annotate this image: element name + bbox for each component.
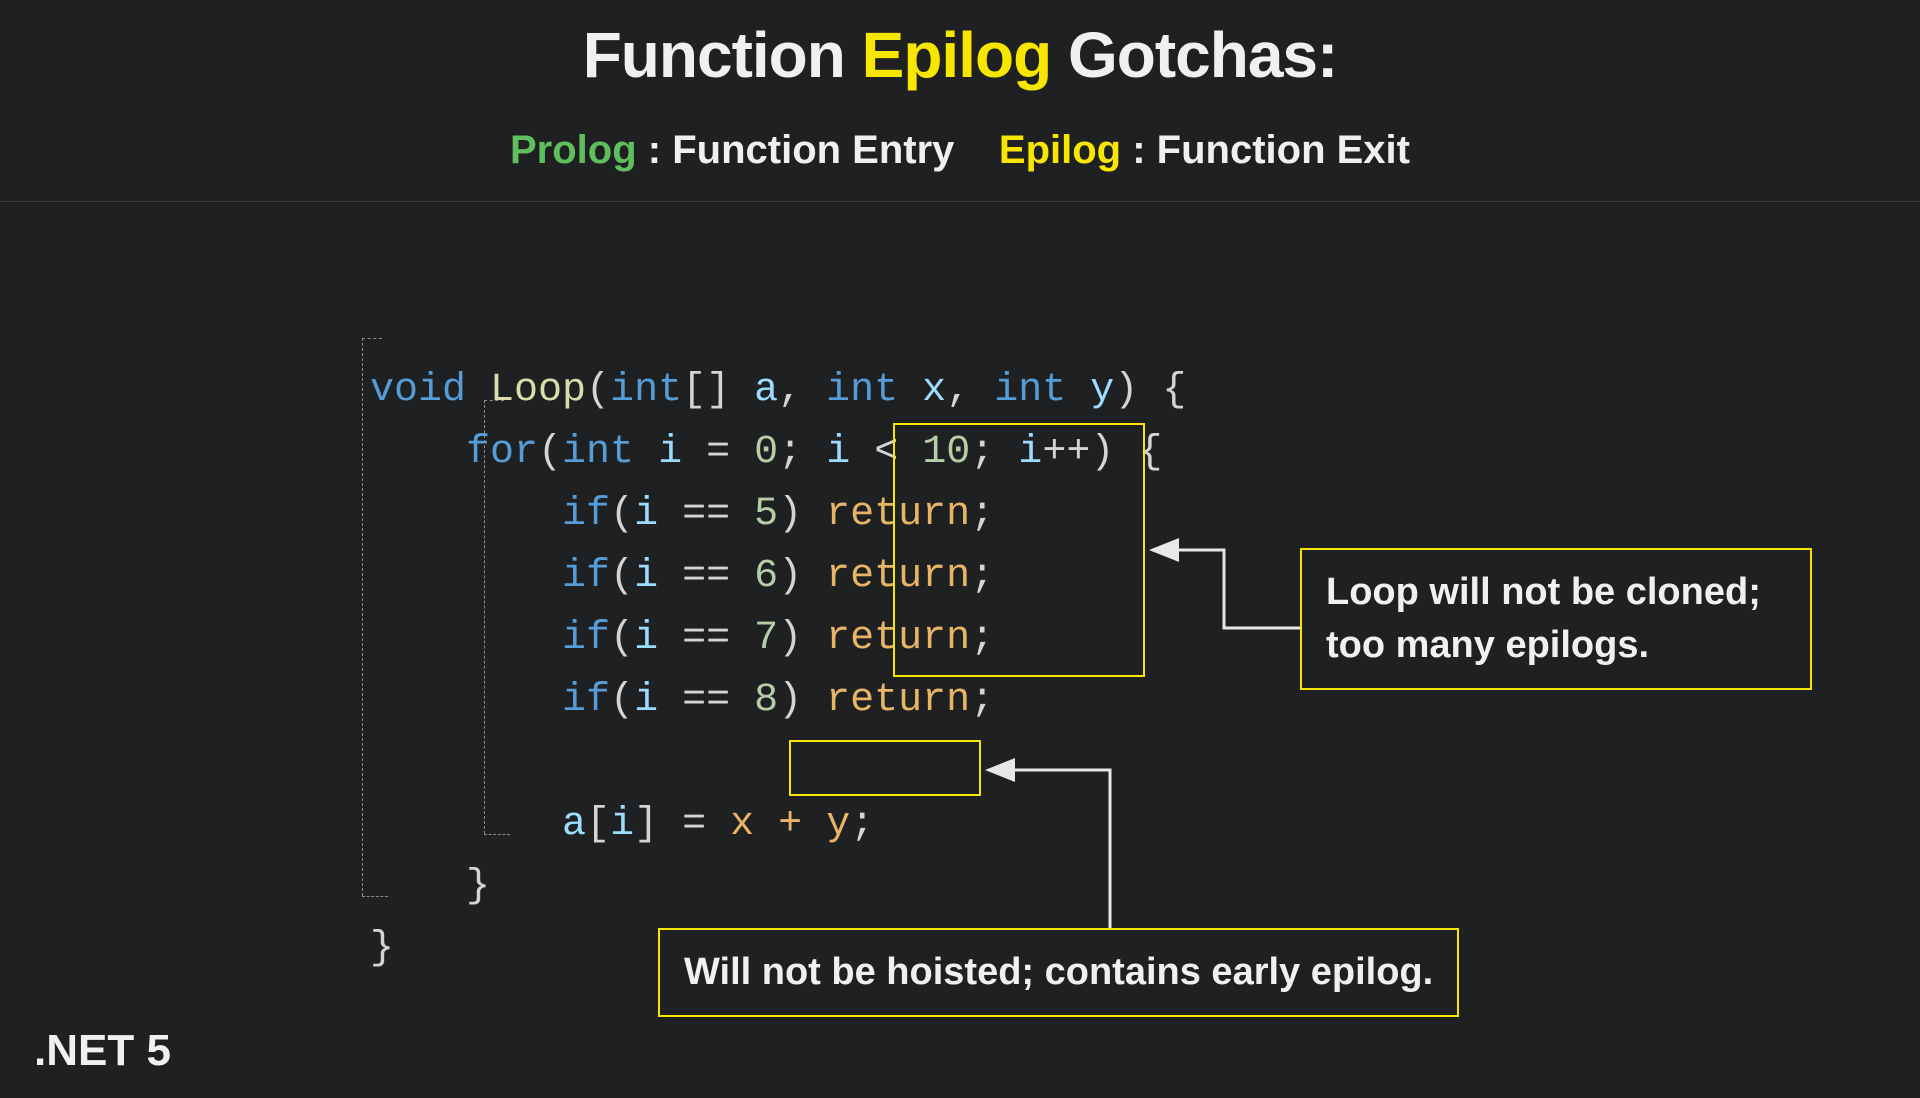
title-pre: Function	[583, 19, 862, 91]
expr-plus: +	[778, 802, 802, 847]
callout-bottom-text: Will not be hoisted; contains early epil…	[684, 951, 1433, 993]
inc: ++	[1042, 430, 1090, 475]
ret-3: return	[826, 678, 970, 723]
indent-guide-outer-bot	[362, 896, 388, 897]
arr-a: a	[562, 802, 586, 847]
brace-close-outer: }	[370, 926, 394, 971]
if-op-0: ==	[682, 492, 730, 537]
assign-eq: =	[682, 802, 706, 847]
title-post: Gotchas:	[1051, 19, 1337, 91]
callout-bottom: Will not be hoisted; contains early epil…	[658, 928, 1459, 1017]
if-var-3: i	[634, 678, 658, 723]
prolog-desc: : Function Entry	[637, 128, 955, 172]
indent-guide-outer-top	[362, 338, 382, 339]
lt: <	[874, 430, 898, 475]
kw-if-0: if	[562, 492, 610, 537]
if-var-2: i	[634, 616, 658, 661]
kw-void: void	[370, 368, 466, 413]
if-val-3: 8	[754, 678, 778, 723]
epilog-desc: : Function Exit	[1121, 128, 1410, 172]
callout-right-text: Loop will not be cloned; too many epilog…	[1326, 571, 1761, 666]
title-highlight: Epilog	[862, 19, 1052, 91]
divider	[0, 201, 1920, 202]
ret-semi-3: ;	[970, 678, 994, 723]
kw-int-for: int	[562, 430, 634, 475]
if-var-0: i	[634, 492, 658, 537]
num-0: 0	[754, 430, 778, 475]
ret-2: return	[826, 616, 970, 661]
expr-x: x	[730, 802, 754, 847]
kw-for: for	[466, 430, 538, 475]
footer-label: .NET 5	[34, 1026, 171, 1076]
ret-1: return	[826, 554, 970, 599]
kw-if-1: if	[562, 554, 610, 599]
brackets: []	[682, 368, 730, 413]
brace-open-1: {	[1162, 368, 1186, 413]
if-op-2: ==	[682, 616, 730, 661]
kw-int-3: int	[994, 368, 1066, 413]
if-op-3: ==	[682, 678, 730, 723]
idx-i: i	[610, 802, 634, 847]
if-val-0: 5	[754, 492, 778, 537]
num-10: 10	[922, 430, 970, 475]
var-i-inc: i	[1018, 430, 1042, 475]
brace-open-2: {	[1138, 430, 1162, 475]
semi-1: ;	[778, 430, 802, 475]
kw-int-1: int	[610, 368, 682, 413]
slide-title: Function Epilog Gotchas:	[0, 18, 1920, 92]
assign-semi: ;	[850, 802, 874, 847]
ret-0: return	[826, 492, 970, 537]
var-x: x	[922, 368, 946, 413]
kw-int-2: int	[826, 368, 898, 413]
kw-if-3: if	[562, 678, 610, 723]
brace-close-inner: }	[466, 864, 490, 909]
ret-semi-2: ;	[970, 616, 994, 661]
var-a: a	[754, 368, 778, 413]
expr-y: y	[826, 802, 850, 847]
ret-semi-0: ;	[970, 492, 994, 537]
if-op-1: ==	[682, 554, 730, 599]
var-i-decl: i	[658, 430, 682, 475]
callout-right: Loop will not be cloned; too many epilog…	[1300, 548, 1812, 690]
kw-if-2: if	[562, 616, 610, 661]
indent-guide-inner	[484, 400, 485, 834]
slide-subtitle: Prolog : Function Entry Epilog : Functio…	[0, 128, 1920, 173]
indent-guide-outer	[362, 338, 363, 896]
indent-guide-inner-top	[484, 400, 504, 401]
prolog-label: Prolog	[510, 128, 637, 172]
if-var-1: i	[634, 554, 658, 599]
fn-loop: Loop	[490, 368, 586, 413]
if-val-1: 6	[754, 554, 778, 599]
eq: =	[706, 430, 730, 475]
ret-semi-1: ;	[970, 554, 994, 599]
indent-guide-inner-bot	[484, 834, 510, 835]
epilog-label: Epilog	[999, 128, 1121, 172]
var-i-cond: i	[826, 430, 850, 475]
var-y: y	[1090, 368, 1114, 413]
if-val-2: 7	[754, 616, 778, 661]
semi-2: ;	[970, 430, 994, 475]
